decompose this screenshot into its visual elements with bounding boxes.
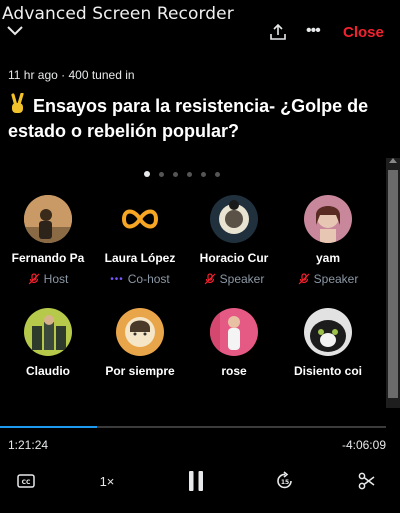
page-dot[interactable] [215,171,220,177]
pause-icon [189,471,203,491]
participant-role: Host [2,272,94,286]
page-indicator [144,170,220,178]
dots-icon: ••• [110,273,124,285]
chevron-down-icon[interactable] [6,24,24,38]
skip-seconds-label: 15 [281,479,289,486]
participant-name: Fernando Pa [11,251,85,265]
participant-name: Laura López [104,251,176,265]
participant-role-label: Host [43,272,69,286]
captions-button[interactable]: CC [16,470,36,492]
participant-name: Horacio Cur [199,251,269,265]
participant-role: ••• Co-host [94,272,186,286]
microphone-off-icon [204,273,216,285]
participant-role-label: Speaker [313,272,359,286]
captions-icon: CC [17,474,35,488]
playback-speed-button[interactable]: 1× [94,470,120,492]
microphone-off-icon [28,273,40,285]
elapsed-time: 1:21:24 [8,438,49,452]
participant-card[interactable]: Disiento coi [282,308,374,378]
window-title: Advanced Screen Recorder [2,4,234,24]
microphone-off-icon [298,273,310,285]
avatar [210,195,258,243]
remaining-time: -4:06:09 [341,438,386,452]
space-meta: 11 hr ago · 400 tuned in [8,68,135,82]
avatar [24,308,72,356]
participant-card[interactable]: yam Speaker [282,195,374,286]
page-dot[interactable] [144,171,150,177]
participant-card[interactable]: rose [188,308,280,378]
progress-fill [0,426,97,428]
participant-name: rose [221,364,247,378]
page-dot[interactable] [159,171,164,177]
participant-card[interactable]: Claudio [2,308,94,378]
close-button[interactable]: Close [343,24,384,41]
participant-role-label: Speaker [219,272,265,286]
participant-card[interactable]: Horacio Cur Speaker [188,195,280,286]
page-dot[interactable] [201,171,206,177]
victory-hand-icon [11,93,24,113]
avatar [116,195,164,243]
participant-name: Disiento coi [293,364,362,378]
participant-name: yam [315,251,341,265]
skip-forward-button[interactable]: 15 [274,470,296,492]
scrollbar[interactable] [386,158,400,408]
scroll-up-arrow[interactable] [389,158,397,163]
participant-card[interactable]: Laura López ••• Co-host [94,195,186,286]
share-icon[interactable] [269,23,287,41]
pause-button[interactable] [185,470,207,492]
player-bar: 1:21:24 -4:06:09 CC 1× 15 [0,408,400,513]
avatar [24,195,72,243]
top-bar: ••• Close [0,22,400,44]
participant-role-label: Co-host [127,272,170,286]
clip-button[interactable] [356,470,378,492]
participant-card[interactable]: Fernando Pa Host [2,195,94,286]
participant-name: Claudio [26,364,70,378]
participant-role: Speaker [188,272,280,286]
space-title: Ensayos para la resistencia- ¿Golpe de e… [8,93,390,144]
skip-forward-icon: 15 [277,471,292,489]
more-icon[interactable]: ••• [306,22,321,40]
scissors-icon [358,472,375,490]
participant-card[interactable]: Por siempre [94,308,186,378]
avatar [116,308,164,356]
page-dot[interactable] [187,171,192,177]
space-title-text: Ensayos para la resistencia- ¿Golpe de e… [8,96,369,141]
avatar [304,308,352,356]
avatar [304,195,352,243]
svg-text:CC: CC [22,479,31,486]
avatar [210,308,258,356]
participant-name: Por siempre [105,364,175,378]
participant-role: Speaker [282,272,374,286]
page-dot[interactable] [173,171,178,177]
scroll-thumb[interactable] [388,170,398,398]
progress-track[interactable] [0,426,386,428]
